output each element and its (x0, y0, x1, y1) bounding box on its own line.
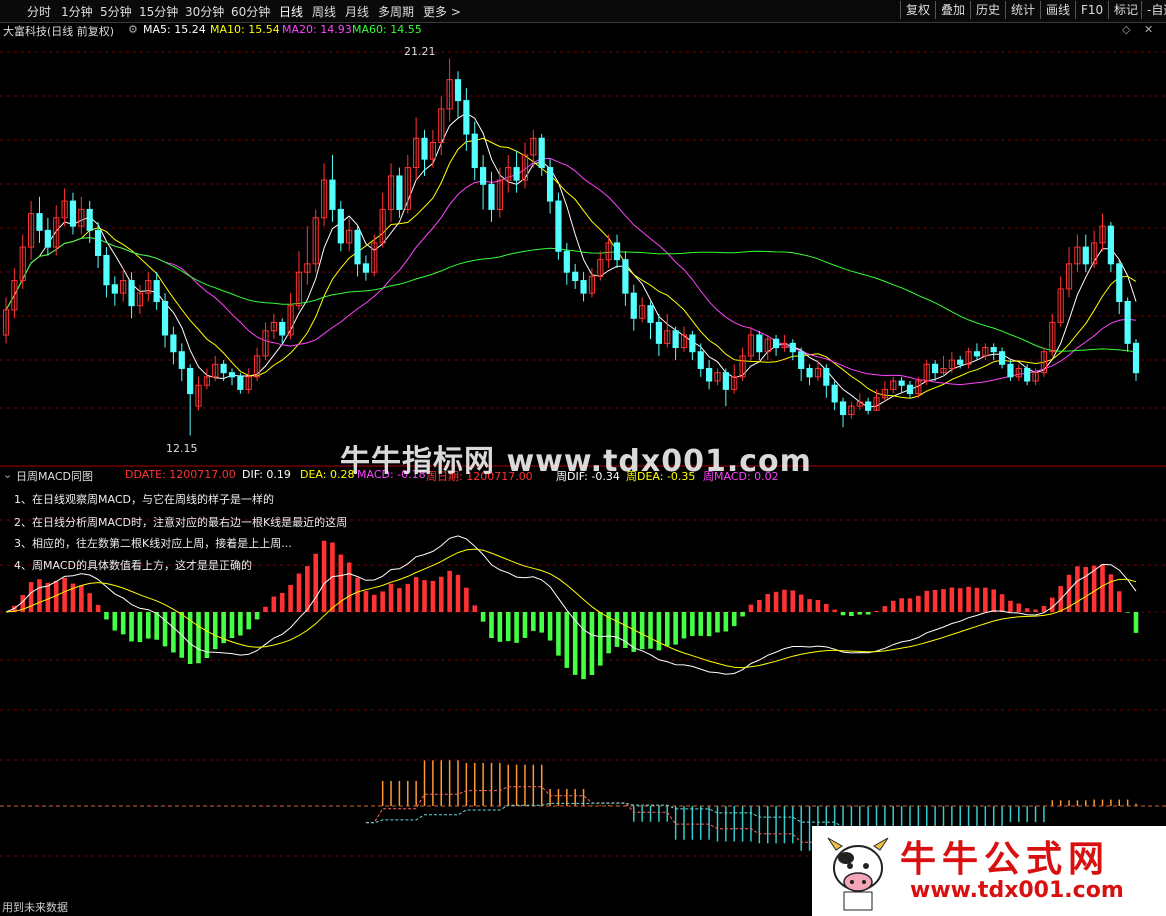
candle-body (44, 229, 51, 248)
candle-body (998, 351, 1006, 365)
brand-banner: 牛牛公式网 www.tdx001.com (812, 826, 1166, 916)
candle-body (454, 79, 462, 102)
candle-body (798, 351, 805, 369)
candle-body (153, 280, 160, 303)
candle-body (170, 334, 177, 353)
candle-body (128, 280, 135, 307)
candle-body (555, 200, 562, 252)
candle-body (161, 301, 169, 336)
candle-body (906, 384, 914, 395)
candle-body (1024, 367, 1031, 382)
candle-body (237, 376, 244, 390)
candle-body (187, 367, 194, 395)
candle-body (932, 363, 939, 374)
candle-body (111, 284, 118, 294)
candle-body (178, 351, 185, 369)
candle-body (480, 167, 487, 185)
ma10-line (5, 137, 1137, 399)
candle-body (396, 175, 403, 210)
candle-body (1116, 263, 1123, 303)
candle-body (689, 334, 696, 353)
note-3: 3、相应的，往左数第二根K线对应上周，接着是上上周... (14, 537, 292, 550)
moving-average-lines (5, 112, 1137, 408)
note-4: 4、周MACD的具体数值看上方，这才是是正确的 (14, 559, 252, 572)
candle-body (823, 367, 830, 386)
candle-body (697, 351, 704, 369)
brand-url: www.tdx001.com (910, 878, 1124, 903)
note-2: 2、在日线分析周MACD时，注意对应的最右边一根K线是最近的这周 (14, 516, 348, 529)
brand-title: 牛牛公式网 (900, 838, 1111, 880)
candle-body (839, 401, 847, 416)
candle-body (103, 254, 110, 286)
candle-body (973, 351, 981, 357)
candle-body (513, 167, 520, 181)
candle-body (471, 133, 478, 169)
candle-body (354, 229, 361, 265)
candle-body (488, 183, 495, 210)
candlestick-series (2, 58, 1140, 436)
candle-body (622, 259, 629, 294)
candle-body (957, 359, 964, 365)
candle-body (756, 334, 763, 353)
candle-body (279, 321, 286, 336)
low-price-label: 12.15 (166, 442, 198, 455)
candle-body (630, 292, 637, 319)
candle-body (865, 401, 872, 411)
candle-body (572, 271, 579, 282)
candle-body (831, 384, 838, 403)
candle-body (1124, 301, 1131, 344)
candle-body (69, 200, 77, 227)
candle-body (36, 213, 43, 231)
watermark-text: 牛牛指标网 www.tdx001.com (340, 444, 812, 479)
candle-body (538, 137, 545, 169)
candle-body (463, 100, 470, 135)
candle-body (228, 372, 236, 378)
footer-warning: 用到未来数据 (2, 901, 68, 914)
candle-body (1082, 246, 1089, 265)
candle-body (772, 338, 780, 349)
candle-body (672, 330, 679, 349)
candle-body (220, 363, 227, 374)
candle-body (1132, 342, 1140, 374)
cow-logo-icon (827, 837, 889, 911)
candle-body (580, 280, 587, 294)
candle-body (362, 263, 370, 273)
candle-body (86, 208, 93, 231)
ma5-line (5, 112, 1137, 408)
candle-body (655, 321, 662, 344)
candle-body (94, 229, 102, 256)
candle-body (806, 367, 813, 378)
candle-body (546, 167, 554, 202)
high-price-label: 21.21 (404, 45, 436, 58)
candle-body (789, 342, 796, 353)
candle-body (421, 137, 428, 160)
candle-body (329, 179, 336, 210)
candle-body (722, 372, 729, 390)
candle-body (898, 380, 905, 386)
candle-body (337, 208, 344, 244)
candle-body (990, 347, 997, 353)
candle-body (1107, 225, 1114, 265)
candle-body (706, 367, 713, 382)
candle-body (1007, 363, 1014, 378)
candle-body (563, 250, 570, 273)
candle-body (613, 242, 621, 261)
candle-body (647, 305, 654, 323)
note-1: 1、在日线观察周MACD，与它在周线的样子是一样的 (14, 493, 274, 506)
